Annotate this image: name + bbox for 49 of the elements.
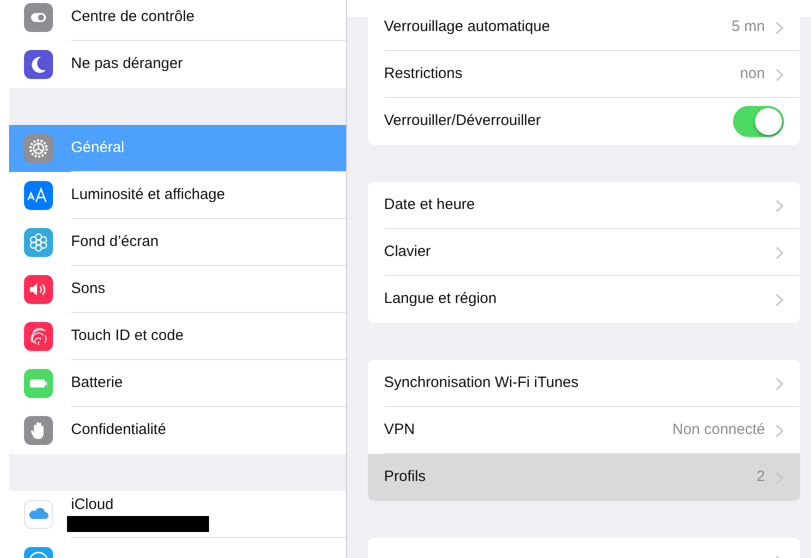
setting-label: VPN <box>384 420 415 440</box>
settings-row[interactable]: Profils 2 <box>368 454 800 501</box>
sidebar-item[interactable]: iCloud <box>9 491 346 538</box>
setting-value: Non connecté <box>672 420 765 440</box>
sidebar-item[interactable]: Batterie <box>9 360 346 407</box>
sidebar-item[interactable]: Centre de contrôle <box>9 0 346 41</box>
chevron-icon <box>775 20 784 34</box>
setting-value: non <box>740 64 765 84</box>
settings-row[interactable]: Langue et région <box>368 276 800 323</box>
sidebar-item[interactable]: Touch ID et code <box>9 313 346 360</box>
chevron-icon <box>775 246 784 260</box>
chevron-icon <box>775 292 784 306</box>
chevron-icon <box>775 424 784 438</box>
settings-row[interactable]: Clavier <box>368 229 800 276</box>
moon-icon <box>24 50 53 79</box>
settings-row[interactable]: Verrouillage automatique 5 mn <box>368 17 800 51</box>
settings-row[interactable]: Restrictions non <box>368 51 800 98</box>
chevron-icon <box>775 68 784 82</box>
toggle-switch[interactable] <box>733 106 784 137</box>
battery-icon <box>24 369 53 398</box>
sidebar-item[interactable]: Luminosité et affichage <box>9 172 346 219</box>
toggle-icon <box>24 3 53 32</box>
settings-row[interactable]: VPN Non connecté <box>368 407 800 454</box>
flower-icon <box>24 228 53 257</box>
setting-label: Synchronisation Wi-Fi iTunes <box>384 373 579 394</box>
setting-label: Langue et région <box>384 289 497 310</box>
speaker-icon <box>24 275 53 304</box>
chevron-icon <box>775 376 784 390</box>
chevron-icon <box>775 198 784 212</box>
sidebar-item[interactable]: Confidentialité <box>9 407 346 454</box>
setting-value: 2 <box>756 467 765 488</box>
setting-label: Profils <box>384 467 426 488</box>
hand-icon <box>24 416 53 445</box>
cloud-icon <box>24 500 53 529</box>
setting-label: Date et heure <box>384 195 475 216</box>
setting-label: Restrictions <box>384 64 462 84</box>
sidebar-item[interactable]: Ne pas déranger <box>9 41 346 88</box>
gear-icon <box>24 134 53 163</box>
setting-label: Verrouillage automatique <box>384 17 550 38</box>
sidebar-item[interactable]: Sons <box>9 266 346 313</box>
setting-label: Clavier <box>384 242 431 262</box>
sidebar-item[interactable]: Fond d’écran <box>9 219 346 266</box>
setting-value: 5 mn <box>732 17 765 38</box>
settings-row[interactable]: Date et heure <box>368 182 800 229</box>
setting-label: Verrouiller/Déverrouiller <box>384 111 541 132</box>
settings-row[interactable]: Synchronisation Wi-Fi iTunes <box>368 360 800 407</box>
fingerprint-icon <box>24 322 53 351</box>
item-label: iCloud <box>71 497 115 514</box>
text-size-icon <box>24 181 53 210</box>
